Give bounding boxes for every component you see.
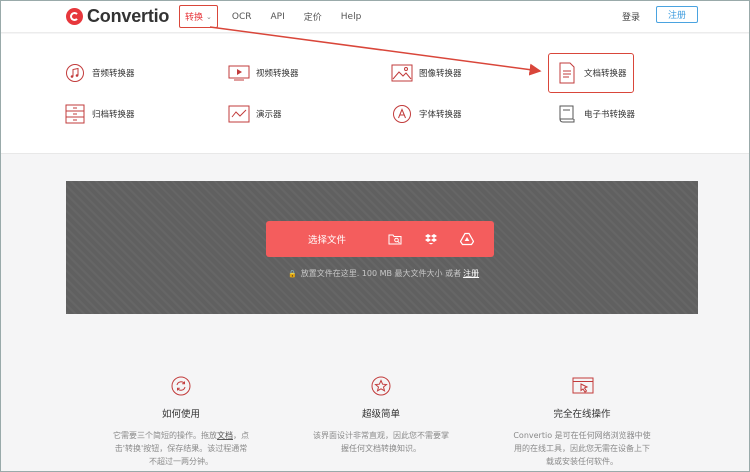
menu-item-label: 音频转换器 bbox=[92, 69, 135, 79]
menu-item-label: 归档转换器 bbox=[92, 110, 135, 120]
choose-files-label: 选择文件 bbox=[308, 235, 347, 246]
desc-line: 不超过一两分钟。 bbox=[149, 457, 213, 466]
menu-item-label: 字体转换器 bbox=[419, 110, 462, 120]
converter-menu: 音频转换器 视频转换器 图像转换器 文档转换器 归档转换器 演示器 字体转换器 … bbox=[0, 34, 750, 154]
choose-files-button[interactable]: 选择文件 bbox=[266, 221, 494, 257]
desc-line: ，点 bbox=[233, 431, 249, 440]
nav-api[interactable]: API bbox=[271, 12, 285, 22]
image-icon bbox=[391, 62, 413, 84]
archive-icon bbox=[64, 103, 86, 125]
dropbox-icon[interactable] bbox=[424, 232, 438, 246]
register-link[interactable]: 注册 bbox=[463, 268, 479, 279]
feature-title: 如何使用 bbox=[161, 409, 200, 420]
music-note-icon bbox=[64, 62, 86, 84]
menu-item-audio[interactable]: 音频转换器 bbox=[64, 62, 135, 84]
font-icon bbox=[391, 103, 413, 125]
feature-desc: 该界面设计非常直观，因此您不需要掌 握任何文档转换知识。 bbox=[296, 429, 466, 455]
feature-fully-online: 完全在线操作 Convertio 是可在任何网络浏览器中使 用的在线工具，因此您… bbox=[497, 376, 667, 468]
chevron-down-icon: ⌄ bbox=[206, 12, 212, 21]
upload-area[interactable]: 选择文件 🔒 放置文件在这里. 100 MB 最大文件大小 或者 注册 bbox=[66, 181, 698, 314]
video-icon bbox=[228, 62, 250, 84]
feature-title: 完全在线操作 bbox=[553, 409, 611, 420]
menu-item-ebook[interactable]: 电子书转换器 bbox=[556, 103, 635, 125]
refresh-icon bbox=[171, 376, 191, 396]
feature-how-to-use: 如何使用 它需要三个简短的操作。拖放文档，点 击'转换'按钮，保存结果。该过程通… bbox=[96, 376, 266, 468]
desc-line: 载或安装任何软件。 bbox=[546, 457, 618, 466]
star-icon bbox=[371, 376, 391, 396]
logo-text: Convertio bbox=[87, 5, 170, 26]
login-link[interactable]: 登录 bbox=[622, 10, 640, 23]
browser-cursor-icon bbox=[572, 376, 594, 396]
desc-line: 握任何文档转换知识。 bbox=[341, 444, 421, 453]
menu-item-label: 电子书转换器 bbox=[584, 110, 636, 120]
desc-line: 击'转换'按钮，保存结果。该过程通常 bbox=[114, 444, 248, 453]
menu-item-archive[interactable]: 归档转换器 bbox=[64, 103, 135, 125]
nav-pricing[interactable]: 定价 bbox=[304, 10, 322, 23]
google-drive-icon[interactable] bbox=[459, 232, 475, 246]
top-header: Convertio 转换 ⌄ OCR API 定价 Help 登录 注册 bbox=[0, 0, 750, 33]
nav-convert[interactable]: 转换 ⌄ bbox=[179, 5, 218, 28]
presentation-icon bbox=[228, 103, 250, 125]
lock-icon: 🔒 bbox=[288, 269, 297, 278]
folder-search-icon[interactable] bbox=[388, 232, 402, 246]
menu-item-image[interactable]: 图像转换器 bbox=[391, 62, 462, 84]
menu-item-label: 演示器 bbox=[256, 110, 282, 120]
convertio-logo-icon bbox=[66, 7, 83, 25]
drop-note-text: 放置文件在这里. 100 MB 最大文件大小 或者 bbox=[300, 269, 462, 278]
main-nav: 转换 ⌄ OCR API 定价 Help bbox=[178, 0, 380, 33]
feature-super-simple: 超级简单 该界面设计非常直观，因此您不需要掌 握任何文档转换知识。 bbox=[296, 376, 466, 455]
feature-desc: 它需要三个简短的操作。拖放文档，点 击'转换'按钮，保存结果。该过程通常 不超过… bbox=[96, 429, 266, 468]
signup-button[interactable]: 注册 bbox=[656, 6, 698, 23]
document-link[interactable]: 文档 bbox=[217, 431, 233, 440]
menu-item-font[interactable]: 字体转换器 bbox=[391, 103, 462, 125]
menu-item-label: 图像转换器 bbox=[419, 69, 462, 79]
desc-line: 用的在线工具，因此您无需在设备上下 bbox=[514, 444, 650, 453]
menu-item-presentation[interactable]: 演示器 bbox=[228, 103, 282, 125]
feature-title: 超级简单 bbox=[361, 409, 400, 420]
ebook-icon bbox=[556, 103, 578, 125]
feature-desc: Convertio 是可在任何网络浏览器中使 用的在线工具，因此您无需在设备上下… bbox=[497, 429, 667, 468]
nav-help[interactable]: Help bbox=[341, 12, 362, 22]
desc-line: Convertio 是可在任何网络浏览器中使 bbox=[513, 431, 651, 440]
menu-item-label: 视频转换器 bbox=[256, 69, 299, 79]
logo[interactable]: Convertio bbox=[66, 4, 169, 28]
nav-ocr[interactable]: OCR bbox=[232, 12, 252, 22]
menu-item-video[interactable]: 视频转换器 bbox=[228, 62, 299, 84]
desc-line: 该界面设计非常直观，因此您不需要掌 bbox=[313, 431, 449, 440]
desc-line: 它需要三个简短的操作。拖放 bbox=[113, 431, 217, 440]
nav-convert-label: 转换 bbox=[185, 13, 204, 23]
drop-note: 🔒 放置文件在这里. 100 MB 最大文件大小 或者 注册 bbox=[288, 268, 479, 279]
document-converter-highlight bbox=[548, 53, 634, 93]
